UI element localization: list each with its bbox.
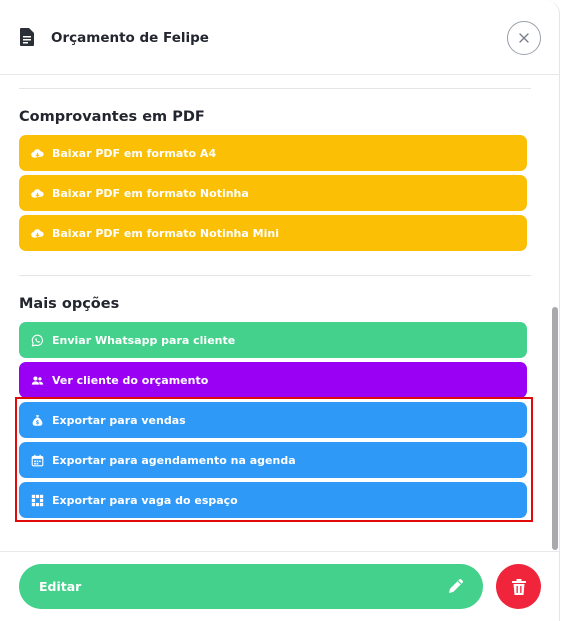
send-whatsapp-button[interactable]: Enviar Whatsapp para cliente	[19, 322, 527, 358]
panel-header: Orçamento de Felipe	[0, 0, 560, 75]
whatsapp-icon	[31, 334, 43, 347]
cloud-download-icon	[31, 188, 44, 198]
cloud-download-icon	[31, 148, 44, 158]
cloud-download-icon	[31, 228, 44, 238]
edit-button-label: Editar	[39, 579, 82, 594]
delete-button[interactable]	[496, 564, 541, 609]
download-pdf-notinha-button[interactable]: Baixar PDF em formato Notinha	[19, 175, 527, 211]
scrollbar-thumb[interactable]	[552, 307, 558, 550]
button-label: Ver cliente do orçamento	[52, 373, 209, 387]
download-pdf-notinha-mini-button[interactable]: Baixar PDF em formato Notinha Mini	[19, 215, 527, 251]
button-label: Enviar Whatsapp para cliente	[52, 333, 236, 347]
export-options-highlight	[15, 397, 533, 522]
download-pdf-a4-button[interactable]: Baixar PDF em formato A4	[19, 135, 527, 171]
edit-button[interactable]: Editar	[19, 564, 483, 609]
button-label: Baixar PDF em formato Notinha	[52, 186, 249, 200]
document-icon	[20, 28, 34, 46]
budget-panel: Orçamento de Felipe Comprovantes em PDF …	[0, 0, 560, 621]
close-button[interactable]	[507, 21, 541, 55]
pdf-section-title: Comprovantes em PDF	[19, 109, 205, 125]
button-label: Baixar PDF em formato Notinha Mini	[52, 226, 279, 240]
options-scroll-area[interactable]: Comprovantes em PDF Baixar PDF em format…	[0, 76, 560, 550]
divider	[19, 275, 531, 276]
divider	[19, 88, 531, 89]
more-options-title: Mais opções	[19, 296, 120, 312]
close-icon	[519, 33, 529, 43]
button-label: Baixar PDF em formato A4	[52, 146, 217, 160]
trash-icon	[511, 578, 526, 595]
pencil-icon	[449, 579, 463, 593]
view-client-button[interactable]: Ver cliente do orçamento	[19, 362, 527, 398]
users-icon	[31, 375, 44, 385]
page-title: Orçamento de Felipe	[51, 30, 209, 46]
